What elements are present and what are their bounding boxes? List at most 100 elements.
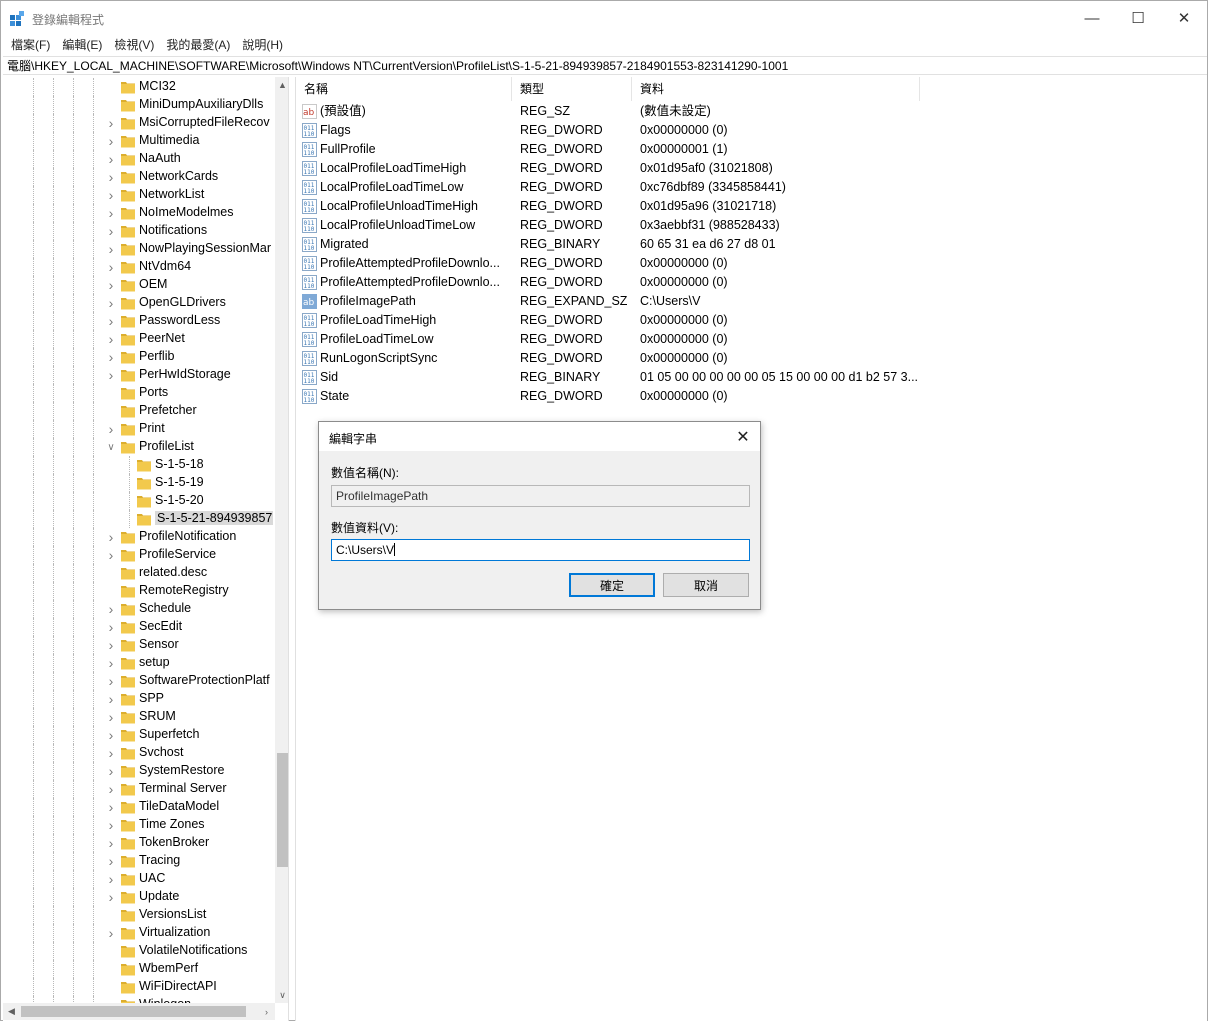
value-row[interactable]: 011 110 LocalProfileUnloadTimeHigh REG_DWOR… [296, 197, 1207, 216]
chevron-right-icon[interactable]: › [106, 547, 116, 563]
value-row[interactable]: 011 110 FullProfile REG_DWORD 0x00000001 (1) [296, 140, 1207, 159]
value-row[interactable]: ab ProfileImagePath REG_EXPAND_SZ C:\Users\… [296, 292, 1207, 311]
tree-item[interactable]: › UAC [3, 870, 273, 888]
tree-item[interactable]: › SystemRestore [3, 762, 273, 780]
tree-item[interactable]: S-1-5-20 [3, 492, 273, 510]
tree-item[interactable]: › PasswordLess [3, 312, 273, 330]
chevron-right-icon[interactable]: › [106, 241, 116, 257]
tree-item[interactable]: › Superfetch [3, 726, 273, 744]
chevron-right-icon[interactable]: › [106, 637, 116, 653]
chevron-right-icon[interactable]: › [106, 601, 116, 617]
chevron-right-icon[interactable]: › [106, 673, 116, 689]
tree-item[interactable]: S-1-5-18 [3, 456, 273, 474]
close-button[interactable]: ✕ [1161, 1, 1207, 35]
chevron-right-icon[interactable]: › [106, 133, 116, 149]
tree-item[interactable]: › Update [3, 888, 273, 906]
tree-hscroll-thumb[interactable] [21, 1006, 246, 1017]
chevron-right-icon[interactable]: › [106, 187, 116, 203]
tree-item[interactable]: › SoftwareProtectionPlatf [3, 672, 273, 690]
menu-edit[interactable]: 編輯(E) [56, 36, 108, 54]
tree-scroll-thumb[interactable] [277, 753, 288, 867]
column-header-name[interactable]: 名稱 [296, 77, 512, 101]
chevron-right-icon[interactable]: › [106, 169, 116, 185]
chevron-right-icon[interactable]: › [106, 367, 116, 383]
scroll-left-arrow-icon[interactable]: ◀ [3, 1003, 20, 1020]
chevron-right-icon[interactable]: › [106, 691, 116, 707]
tree-item[interactable]: › TokenBroker [3, 834, 273, 852]
tree-item[interactable]: › OEM [3, 276, 273, 294]
tree-item[interactable]: ∨ ProfileList [3, 438, 273, 456]
value-row[interactable]: 011 110 ProfileLoadTimeLow REG_DWORD 0x00000… [296, 330, 1207, 349]
chevron-right-icon[interactable]: › [106, 619, 116, 635]
scroll-down-arrow-icon[interactable]: ∨ [275, 988, 288, 1003]
tree-item[interactable]: S-1-5-19 [3, 474, 273, 492]
menu-view[interactable]: 檢視(V) [108, 36, 160, 54]
scroll-right-arrow-icon[interactable]: › [258, 1003, 275, 1020]
chevron-right-icon[interactable]: › [106, 655, 116, 671]
tree-item[interactable]: MCI32 [3, 78, 273, 96]
cancel-button[interactable]: 取消 [663, 573, 749, 597]
tree-item[interactable]: › NowPlayingSessionMar [3, 240, 273, 258]
tree-item[interactable]: › NetworkList [3, 186, 273, 204]
chevron-right-icon[interactable]: › [106, 349, 116, 365]
tree-item[interactable]: › Multimedia [3, 132, 273, 150]
ok-button[interactable]: 確定 [569, 573, 655, 597]
chevron-right-icon[interactable]: › [106, 313, 116, 329]
tree-item[interactable]: WiFiDirectAPI [3, 978, 273, 996]
tree-item[interactable]: › SPP [3, 690, 273, 708]
tree-item[interactable]: › Terminal Server [3, 780, 273, 798]
tree-item[interactable]: VolatileNotifications [3, 942, 273, 960]
chevron-right-icon[interactable]: › [106, 853, 116, 869]
address-bar[interactable]: 電腦\HKEY_LOCAL_MACHINE\SOFTWARE\Microsoft… [3, 56, 1207, 75]
tree-item[interactable]: › ProfileService [3, 546, 273, 564]
chevron-right-icon[interactable]: › [106, 115, 116, 131]
tree-item[interactable]: › SRUM [3, 708, 273, 726]
tree-item[interactable]: › MsiCorruptedFileRecov [3, 114, 273, 132]
tree-item[interactable]: ›Winlogon [3, 996, 273, 1003]
tree-item[interactable]: MiniDumpAuxiliaryDlls [3, 96, 273, 114]
value-row[interactable]: 011 110 State REG_DWORD 0x00000000 (0) [296, 387, 1207, 406]
value-row[interactable]: 011 110 RunLogonScriptSync REG_DWORD 0x00000… [296, 349, 1207, 368]
chevron-right-icon[interactable]: › [106, 259, 116, 275]
tree-item[interactable]: › NtVdm64 [3, 258, 273, 276]
tree-item[interactable]: related.desc [3, 564, 273, 582]
tree-item[interactable]: › PerHwIdStorage [3, 366, 273, 384]
maximize-button[interactable]: ☐ [1115, 1, 1161, 35]
scroll-up-arrow-icon[interactable]: ▲ [275, 77, 288, 92]
column-header-type[interactable]: 類型 [512, 77, 632, 101]
value-row[interactable]: 011 110 LocalProfileUnloadTimeLow REG_DWORD… [296, 216, 1207, 235]
menu-help[interactable]: 說明(H) [236, 36, 289, 54]
minimize-button[interactable]: — [1069, 1, 1115, 35]
tree-item[interactable]: › NoImeModelmes [3, 204, 273, 222]
value-row[interactable]: ab (預設值) REG_SZ (數值未設定) [296, 102, 1207, 121]
chevron-right-icon[interactable]: › [106, 529, 116, 545]
tree-item[interactable]: › Print [3, 420, 273, 438]
chevron-right-icon[interactable]: › [106, 799, 116, 815]
tree-item[interactable]: › setup [3, 654, 273, 672]
tree-item[interactable]: › Svchost [3, 744, 273, 762]
tree-item[interactable]: › PeerNet [3, 330, 273, 348]
value-row[interactable]: 011 110 LocalProfileLoadTimeLow REG_DWORD 0x… [296, 178, 1207, 197]
chevron-right-icon[interactable]: › [106, 205, 116, 221]
tree-item[interactable]: WbemPerf [3, 960, 273, 978]
chevron-down-icon[interactable]: ∨ [106, 442, 116, 453]
chevron-right-icon[interactable]: › [106, 709, 116, 725]
tree-horizontal-scrollbar[interactable]: ◀ › [3, 1003, 275, 1020]
chevron-right-icon[interactable]: › [106, 889, 116, 905]
chevron-right-icon[interactable]: › [106, 745, 116, 761]
chevron-right-icon[interactable]: › [106, 223, 116, 239]
chevron-right-icon[interactable]: › [106, 151, 116, 167]
column-header-data[interactable]: 資料 [632, 77, 920, 101]
value-data-input[interactable]: C:\Users\V [331, 539, 750, 561]
tree-item[interactable]: › Virtualization [3, 924, 273, 942]
tree-item[interactable]: › OpenGLDrivers [3, 294, 273, 312]
tree-item[interactable]: › Notifications [3, 222, 273, 240]
chevron-right-icon[interactable]: › [106, 781, 116, 797]
dialog-close-button[interactable]: ✕ [732, 426, 754, 448]
tree-item[interactable]: › ProfileNotification [3, 528, 273, 546]
chevron-right-icon[interactable]: › [106, 763, 116, 779]
value-row[interactable]: 011 110 ProfileAttemptedProfileDownlo... RE… [296, 273, 1207, 292]
tree-item[interactable]: › Sensor [3, 636, 273, 654]
tree-item[interactable]: › Time Zones [3, 816, 273, 834]
value-row[interactable]: 011 110 ProfileLoadTimeHigh REG_DWORD 0x0000… [296, 311, 1207, 330]
